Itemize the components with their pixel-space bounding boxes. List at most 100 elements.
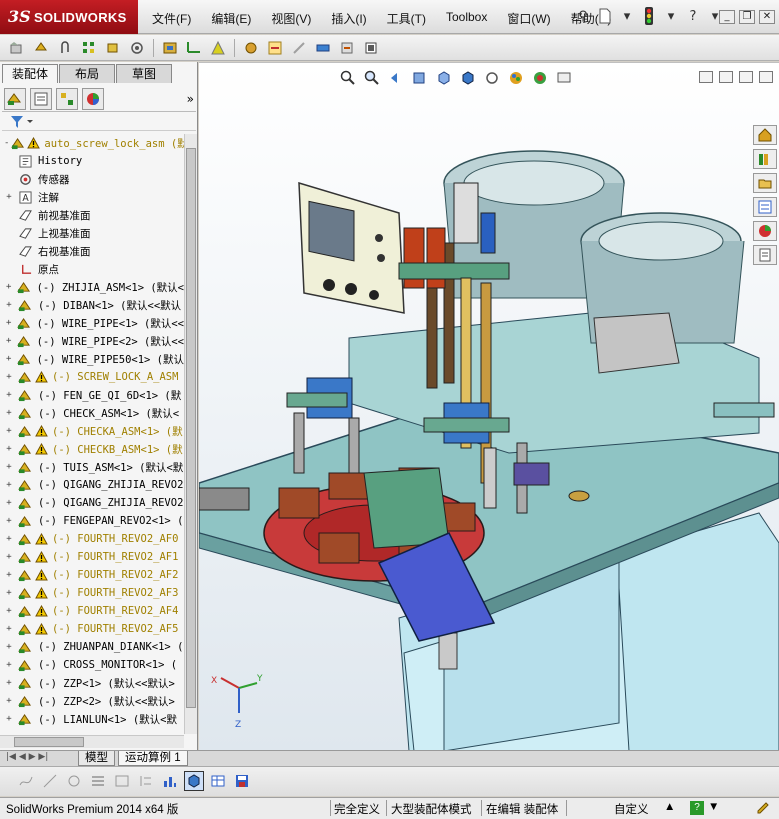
tree-item[interactable]: 原点: [0, 260, 184, 278]
expand-toggle-icon[interactable]: +: [4, 606, 14, 616]
expand-toggle-icon[interactable]: +: [4, 552, 14, 562]
appearances-icon[interactable]: [753, 221, 777, 241]
tree-item[interactable]: + (-) TUIS_ASM<1> (默认<默: [0, 458, 184, 476]
status-dropdown-icon[interactable]: ▲: [664, 801, 675, 813]
expand-toggle-icon[interactable]: +: [4, 678, 14, 688]
property-manager-icon[interactable]: [30, 88, 52, 110]
expand-toggle-icon[interactable]: +: [4, 588, 14, 598]
new-document-icon[interactable]: [596, 7, 614, 25]
graphics-viewport[interactable]: X Y Z: [199, 62, 779, 750]
expand-toggle-icon[interactable]: +: [4, 444, 14, 454]
filter-icon[interactable]: [10, 115, 34, 129]
dropdown-arrow-icon[interactable]: ▾: [662, 7, 680, 25]
tree-item[interactable]: + (-) LIANLUN<1> (默认<默: [0, 710, 184, 728]
expand-toggle-icon[interactable]: +: [4, 498, 14, 508]
dropdown-arrow-icon[interactable]: ▾: [618, 7, 636, 25]
custom-properties-icon[interactable]: [753, 245, 777, 265]
show-hidden-icon[interactable]: [126, 38, 148, 58]
cube-icon[interactable]: [184, 771, 204, 791]
assembly-model-render[interactable]: X Y Z: [199, 63, 779, 750]
expand-toggle-icon[interactable]: +: [4, 408, 14, 418]
home-icon[interactable]: [753, 125, 777, 145]
expand-toggle-icon[interactable]: -: [4, 138, 9, 148]
table-icon[interactable]: [112, 771, 132, 791]
configuration-manager-icon[interactable]: [56, 88, 78, 110]
expand-toggle-icon[interactable]: +: [4, 390, 14, 400]
move-component-icon[interactable]: [102, 38, 124, 58]
tab-layout[interactable]: 布局: [59, 64, 115, 83]
menu-tools[interactable]: 工具(T): [377, 10, 436, 27]
expand-toggle-icon[interactable]: +: [4, 282, 13, 292]
design-library-icon[interactable]: [753, 149, 777, 169]
expand-toggle-icon[interactable]: +: [4, 516, 14, 526]
expand-toggle-icon[interactable]: +: [4, 192, 14, 202]
tree-item[interactable]: + (-) CHECK_ASM<1> (默认<: [0, 404, 184, 422]
smart-dimension-icon[interactable]: [40, 771, 60, 791]
expand-toggle-icon[interactable]: +: [4, 300, 14, 310]
explode-line-sketch-icon[interactable]: [288, 38, 310, 58]
expand-toggle-icon[interactable]: +: [4, 336, 13, 346]
interference-detection-icon[interactable]: [312, 38, 334, 58]
menu-window[interactable]: 窗口(W): [497, 10, 560, 27]
tab-assembly[interactable]: 装配体: [2, 64, 58, 83]
component-pattern-icon[interactable]: [78, 38, 100, 58]
tree-item[interactable]: + (-) FOURTH_REVO2_AF2: [0, 566, 184, 584]
expand-toggle-icon[interactable]: +: [4, 714, 14, 724]
tree-item[interactable]: + A 注解: [0, 188, 184, 206]
expand-panel-icon[interactable]: »: [187, 88, 194, 109]
new-motion-study-icon[interactable]: [207, 38, 229, 58]
traffic-light-icon[interactable]: [640, 7, 658, 25]
assembly-features-icon[interactable]: [159, 38, 181, 58]
expand-toggle-icon[interactable]: +: [4, 372, 14, 382]
tree-item[interactable]: + (-) CHECKB_ASM<1> (默: [0, 440, 184, 458]
expand-toggle-icon[interactable]: +: [4, 318, 13, 328]
tree-item[interactable]: + (-) WIRE_PIPE<2> (默认<<: [0, 332, 184, 350]
expand-toggle-icon[interactable]: +: [4, 660, 14, 670]
scrollbar-thumb[interactable]: [14, 737, 84, 747]
menu-file[interactable]: 文件(F): [142, 10, 201, 27]
view-palette-icon[interactable]: [753, 197, 777, 217]
expand-toggle-icon[interactable]: +: [4, 354, 13, 364]
bill-of-materials-icon[interactable]: [240, 38, 262, 58]
tree-item[interactable]: + (-) WIRE_PIPE50<1> (默认: [0, 350, 184, 368]
tree-item[interactable]: + (-) FOURTH_REVO2_AF3: [0, 584, 184, 602]
tree-item[interactable]: + (-) FENGEPAN_REVO2<1> (: [0, 512, 184, 530]
expand-toggle-icon[interactable]: +: [4, 462, 14, 472]
status-dropdown-icon[interactable]: ▼: [708, 801, 719, 813]
pin-icon[interactable]: ⚲: [574, 7, 592, 25]
tree-filter[interactable]: [2, 113, 196, 131]
tree-item[interactable]: 上视基准面: [0, 224, 184, 242]
scrollbar-thumb[interactable]: [186, 148, 196, 708]
expand-toggle-icon[interactable]: +: [4, 642, 14, 652]
menu-edit[interactable]: 编辑(E): [201, 10, 261, 27]
instant3d-icon[interactable]: [360, 38, 382, 58]
file-explorer-icon[interactable]: [753, 173, 777, 193]
bar-chart-icon[interactable]: [160, 771, 180, 791]
tree-item[interactable]: + (-) CHECKA_ASM<1> (默: [0, 422, 184, 440]
tree-vertical-scrollbar[interactable]: [184, 134, 197, 734]
status-units[interactable]: 自定义: [614, 801, 649, 817]
tree-item[interactable]: + (-) QIGANG_ZHIJIA_REVO2: [0, 494, 184, 512]
tree-item[interactable]: + (-) DIBAN<1> (默认<<默认: [0, 296, 184, 314]
save-icon[interactable]: [232, 771, 252, 791]
tree-item[interactable]: + (-) CROSS_MONITOR<1> (: [0, 656, 184, 674]
tree-item[interactable]: History: [0, 152, 184, 170]
help-icon[interactable]: ?: [690, 801, 704, 815]
tree-item[interactable]: + (-) ZHIJIA_ASM<1> (默认<: [0, 278, 184, 296]
expand-toggle-icon[interactable]: +: [4, 534, 14, 544]
display-manager-icon[interactable]: [82, 88, 104, 110]
exploded-view-icon[interactable]: [264, 38, 286, 58]
tree-item[interactable]: + (-) ZHUANPAN_DIANK<1> (: [0, 638, 184, 656]
tree-item[interactable]: + (-) FOURTH_REVO2_AF1: [0, 548, 184, 566]
tree-item[interactable]: + (-) FOURTH_REVO2_AF5: [0, 620, 184, 638]
tree-item[interactable]: + (-) FEN_GE_QI_6D<1> (默: [0, 386, 184, 404]
close-icon[interactable]: ✕: [759, 10, 775, 24]
tree-item[interactable]: 右视基准面: [0, 242, 184, 260]
restore-icon[interactable]: ❐: [739, 10, 755, 24]
expand-toggle-icon[interactable]: +: [4, 696, 14, 706]
expand-toggle-icon[interactable]: +: [4, 624, 14, 634]
grid-lines-icon[interactable]: [88, 771, 108, 791]
spreadsheet-icon[interactable]: [208, 771, 228, 791]
tree-item[interactable]: + (-) ZZP<2> (默认<<默认>: [0, 692, 184, 710]
tree-item[interactable]: + (-) ZZP<1> (默认<<默认>: [0, 674, 184, 692]
